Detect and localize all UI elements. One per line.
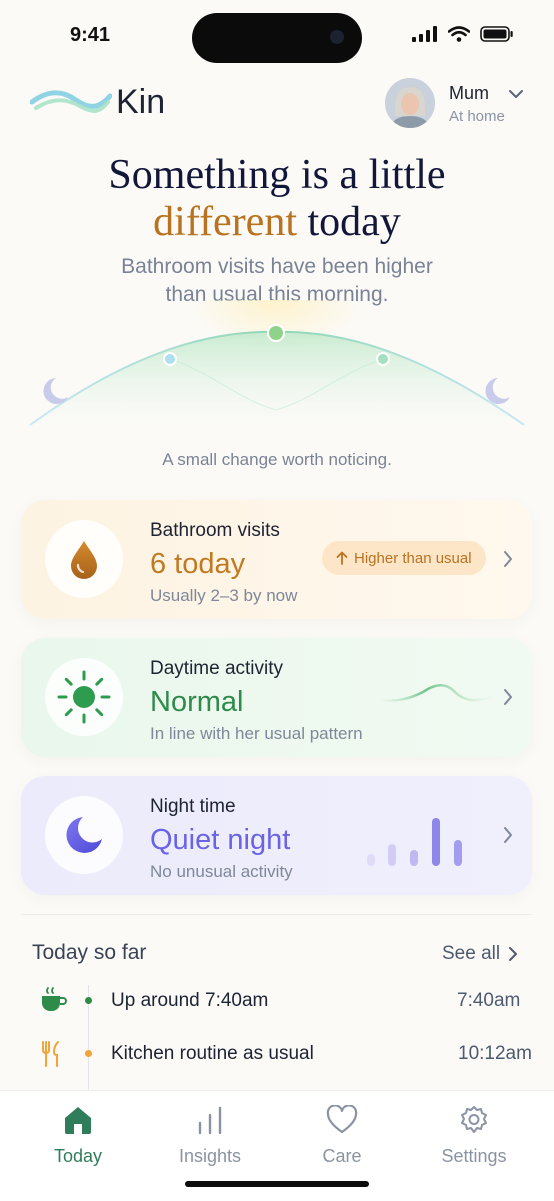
event-time: 7:40am [457, 990, 521, 1011]
cutlery-icon [42, 1041, 59, 1067]
chevron-right-icon[interactable] [502, 826, 514, 844]
daytime-card-title: Daytime activity [150, 658, 284, 679]
droplet-icon-circle [45, 520, 123, 598]
profile-status: At home [449, 108, 505, 125]
status-icons [412, 26, 514, 42]
night-card-title: Night time [150, 796, 236, 817]
gear-icon [461, 1106, 487, 1133]
chevron-right-icon[interactable] [502, 688, 514, 706]
night-card-subtitle: No unusual activity [150, 862, 293, 881]
event-text[interactable]: Kitchen routine as usual [111, 1043, 314, 1065]
tab-label: Insights [178, 1146, 242, 1166]
night-time-card[interactable]: Night time Quiet night No unusual activi… [21, 776, 532, 895]
moon-icon [66, 817, 102, 853]
signal-icon [412, 26, 437, 42]
sun-icon-circle [45, 658, 123, 736]
headline-rest: today [297, 199, 401, 245]
tab-settings[interactable]: Settings [414, 1105, 534, 1167]
tab-label: Care [322, 1146, 362, 1166]
droplet-icon [71, 541, 97, 579]
profile-name[interactable]: Mum [449, 83, 489, 104]
status-time: 9:41 [70, 24, 111, 46]
bathroom-card-title: Bathroom visits [150, 520, 280, 541]
event-time: 10:12am [458, 1043, 532, 1064]
battery-icon [480, 26, 513, 42]
night-card-value: Quiet night [150, 824, 291, 856]
kin-logo-icon [30, 90, 112, 113]
tab-insights[interactable]: Insights [150, 1105, 270, 1167]
camera-dot [330, 30, 344, 44]
daytime-activity-card[interactable]: Daytime activity Normal In line with her… [21, 638, 532, 757]
chevron-right-icon[interactable] [502, 550, 514, 568]
tab-label: Settings [441, 1146, 507, 1166]
night-activity-bars-icon [367, 818, 462, 866]
higher-than-usual-badge: Higher than usual [322, 541, 486, 575]
timeline-dot [85, 1050, 92, 1057]
headline-accent: different [153, 199, 297, 245]
tab-today[interactable]: Today [18, 1105, 138, 1167]
heart-icon [326, 1104, 358, 1134]
arrow-up-icon [336, 551, 348, 565]
bathroom-card-value: 6 today [150, 548, 246, 580]
day-curve-illustration [29, 300, 525, 426]
moon-icon-circle [45, 796, 123, 874]
change-note: A small change worth noticing. [162, 450, 392, 469]
timeline-dot [85, 997, 92, 1004]
event-text[interactable]: Up around 7:40am [111, 990, 268, 1012]
bathroom-visits-card[interactable]: Bathroom visits 6 today Usually 2–3 by n… [21, 500, 532, 619]
see-all-label: See all [442, 943, 501, 964]
daytime-card-subtitle: In line with her usual pattern [150, 724, 363, 743]
chevron-down-icon[interactable] [508, 88, 524, 100]
cup-icon [42, 987, 67, 1011]
activity-wave-icon [377, 684, 497, 702]
section-divider [21, 914, 532, 915]
bar-chart-icon [198, 1106, 222, 1135]
tab-care[interactable]: Care [282, 1104, 402, 1167]
wifi-icon [448, 26, 470, 42]
avatar-portrait-icon [385, 78, 435, 128]
headline-line-2: different today [0, 199, 554, 245]
sun-icon [57, 670, 111, 724]
see-all-link[interactable]: See all [442, 943, 518, 965]
home-indicator [185, 1181, 369, 1187]
today-section-title: Today so far [32, 941, 147, 964]
daytime-card-value: Normal [150, 686, 244, 718]
home-icon [65, 1107, 91, 1134]
headline-line-1: Something is a little [108, 152, 446, 198]
chevron-right-icon [509, 947, 518, 961]
tab-label: Today [53, 1146, 103, 1166]
subline-line-1: Bathroom visits have been higher [121, 255, 433, 278]
badge-label: Higher than usual [354, 549, 472, 567]
app-name: Kin [116, 83, 166, 121]
avatar[interactable] [385, 78, 435, 128]
bathroom-card-subtitle: Usually 2–3 by now [150, 586, 298, 605]
